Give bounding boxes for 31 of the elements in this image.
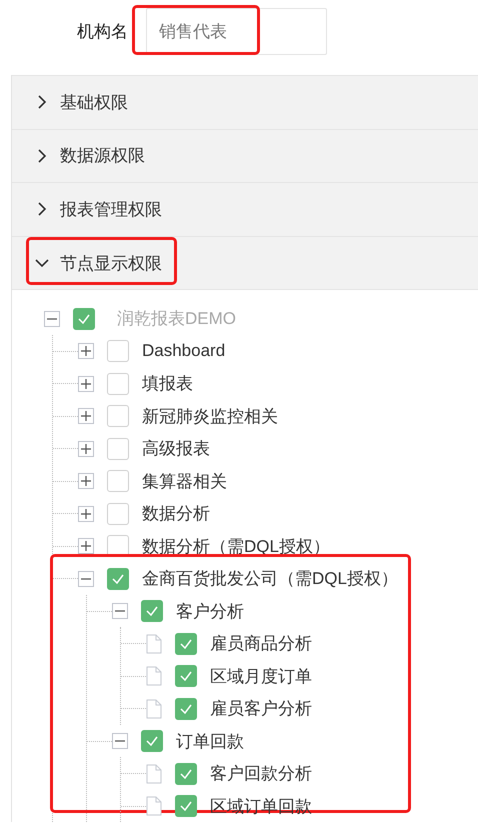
check-icon <box>179 799 193 814</box>
check-icon <box>111 572 125 586</box>
panel-title: 报表管理权限 <box>60 198 162 221</box>
plus-icon <box>80 378 92 390</box>
panel-header[interactable]: 基础权限 <box>12 75 478 129</box>
file-icon <box>146 698 162 719</box>
panel-title: 基础权限 <box>60 92 128 114</box>
check-icon <box>145 734 159 748</box>
plus-icon <box>80 475 92 488</box>
file-icon <box>146 796 162 816</box>
plus-icon <box>80 410 92 422</box>
file-icon <box>146 764 162 784</box>
file-icon <box>146 634 162 654</box>
plus-icon <box>80 345 92 358</box>
plus-icon <box>80 442 92 455</box>
panel-header[interactable]: 节点显示权限 <box>12 236 478 290</box>
panel-header[interactable]: 报表管理权限 <box>12 182 478 236</box>
check-icon <box>179 702 193 716</box>
check-icon <box>179 669 193 684</box>
check-icon <box>179 636 193 651</box>
file-icon <box>146 666 162 686</box>
plus-icon <box>80 540 92 552</box>
panel-title: 节点显示权限 <box>60 252 162 275</box>
org-name-field[interactable]: 销售代表 <box>146 8 327 55</box>
field-label: 机构名 <box>77 21 128 43</box>
plus-icon <box>80 508 92 520</box>
check-icon <box>77 312 91 326</box>
panel-title: 数据源权限 <box>60 145 145 168</box>
panel-header[interactable]: 数据源权限 <box>12 128 478 182</box>
check-icon <box>145 604 159 618</box>
check-icon <box>179 766 193 781</box>
